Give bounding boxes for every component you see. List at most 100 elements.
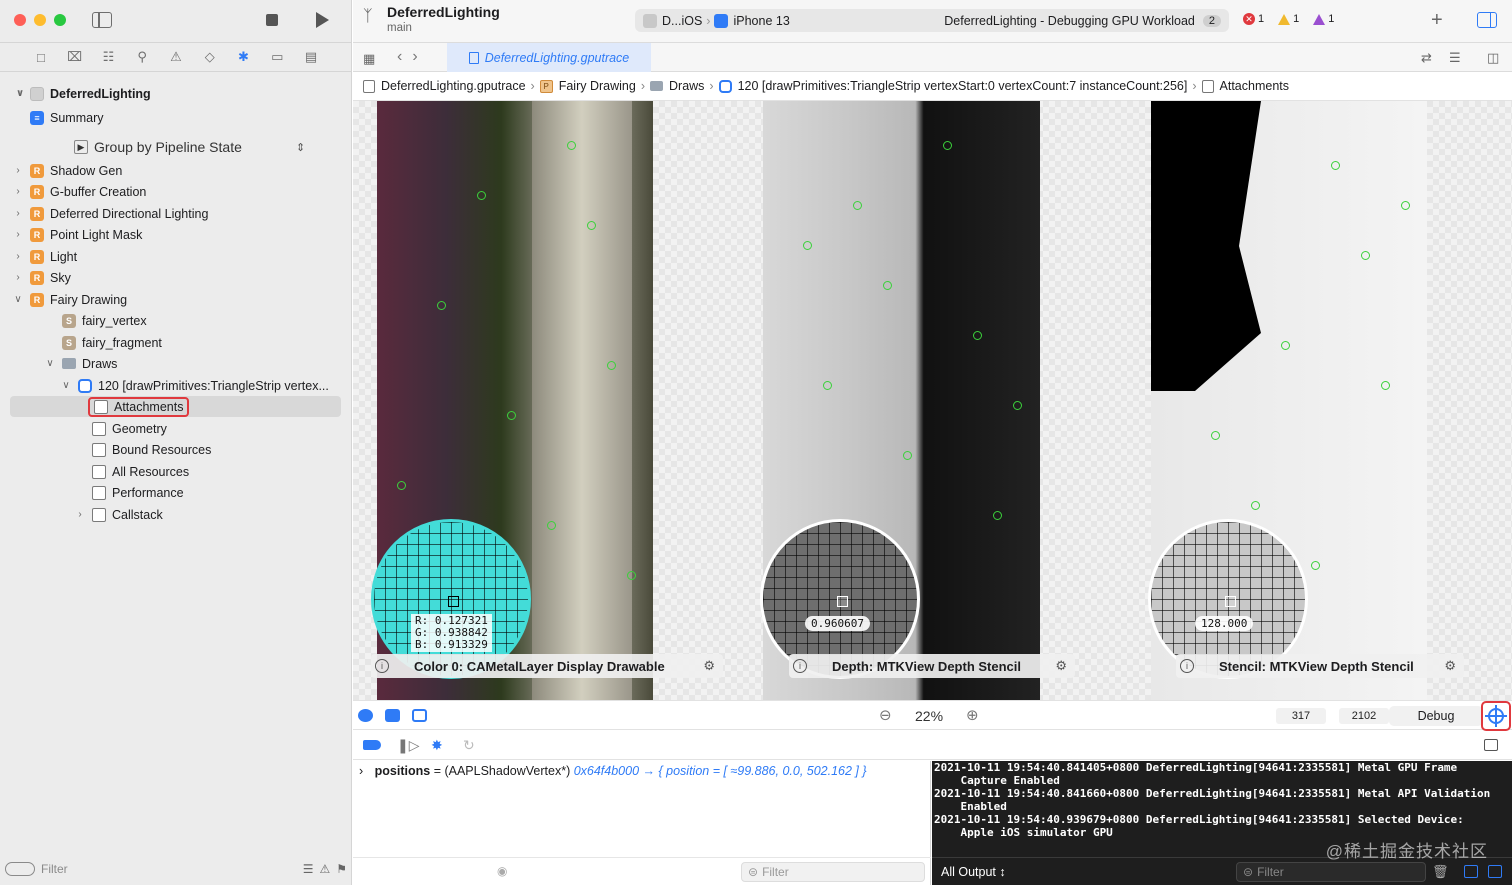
attachments-viewer[interactable]: R: 0.127321 G: 0.938842 B: 0.913329 0.96… (353, 101, 1512, 700)
search-icon[interactable]: ⚲ (134, 49, 150, 64)
variable-row[interactable]: › positions = (AAPLShadowVertex*) 0x64f4… (359, 764, 867, 778)
flag-icon[interactable]: ⚑ (336, 862, 347, 876)
chevron-right-icon[interactable]: › (12, 208, 24, 219)
tree-item-pass[interactable]: › R Point Light Mask (0, 224, 352, 245)
tree-item-shader[interactable]: S fairy_vertex (0, 310, 352, 331)
tree-item-pass[interactable]: › R Shadow Gen (0, 160, 352, 181)
eye-icon[interactable]: ◉ (497, 864, 507, 878)
info-icon[interactable]: i (375, 659, 389, 673)
breakpoint-navigator-icon[interactable]: ▭ (269, 49, 285, 64)
close-window-button[interactable] (14, 14, 26, 26)
show-variables-icon[interactable] (1464, 865, 1478, 878)
tree-item-pass[interactable]: › R Sky (0, 267, 352, 288)
hierarchy-icon[interactable]: ☰ (303, 862, 314, 876)
variables-filter-input[interactable]: ⊜ Filter (741, 862, 925, 882)
toggle-console-icon[interactable] (1484, 739, 1498, 751)
color-channels-icon[interactable] (358, 709, 373, 722)
continue-icon[interactable]: ❚▷ (397, 737, 420, 754)
tree-item-pass[interactable]: › R Deferred Directional Lighting (0, 203, 352, 224)
add-editor-icon[interactable]: ◫ (1487, 50, 1499, 66)
tree-item-callstack[interactable]: › Callstack (0, 504, 352, 525)
gear-icon[interactable]: ⚙ (1055, 658, 1067, 674)
filter-options-icon[interactable] (5, 862, 35, 876)
chevron-right-icon[interactable]: › (12, 251, 24, 262)
chevron-right-icon[interactable]: › (12, 229, 24, 240)
debug-mode-button[interactable]: Debug (1389, 706, 1483, 726)
output-selector[interactable]: All Output ↕ (941, 865, 1006, 879)
jump-bar-current[interactable]: Attachments (1201, 79, 1289, 93)
run-icon[interactable] (316, 12, 329, 28)
tree-item-bound-resources[interactable]: Bound Resources (0, 439, 352, 460)
split-editor-icon[interactable]: ⇄ (1421, 50, 1432, 66)
chevron-down-icon[interactable]: ∨ (14, 88, 26, 99)
tree-item-summary[interactable]: ≡ Summary (0, 107, 352, 128)
trash-icon[interactable]: 🗑 (1432, 864, 1449, 880)
display-icon[interactable] (412, 709, 427, 722)
editor-options-icon[interactable]: ☰ (1449, 50, 1461, 66)
pixel-y-field[interactable]: 2102 (1339, 708, 1389, 724)
reload-icon[interactable]: ↻ (463, 737, 475, 754)
info-icon[interactable]: i (1180, 659, 1194, 673)
show-console-icon[interactable] (1488, 865, 1502, 878)
issue-counts[interactable]: ✕ 1 1 1 (1243, 13, 1334, 25)
issue-navigator-icon[interactable]: ⚠ (168, 49, 184, 64)
tree-item-draw-call[interactable]: ∨ 120 [drawPrimitives:TriangleStrip vert… (0, 375, 352, 396)
error-count[interactable]: ✕ 1 (1243, 13, 1264, 25)
breakpoints-toggle-icon[interactable] (363, 740, 381, 750)
chevron-down-icon[interactable]: ∨ (12, 294, 24, 305)
tab-gputrace[interactable]: DeferredLighting.gputrace (447, 43, 651, 72)
activity-count-badge[interactable]: 2 (1202, 14, 1221, 27)
minimize-window-button[interactable] (34, 14, 46, 26)
tree-item-pass[interactable]: › R Light (0, 246, 352, 267)
console-output[interactable]: 2021-10-11 19:54:40.841405+0800 Deferred… (932, 761, 1512, 839)
source-control-icon[interactable]: ⌧ (67, 49, 83, 64)
tree-item-performance[interactable]: Performance (0, 482, 352, 503)
chevron-right-icon[interactable]: › (12, 272, 24, 283)
gear-icon[interactable]: ⚙ (1444, 658, 1456, 674)
device-selector[interactable]: iPhone 13 (733, 14, 789, 28)
chevron-right-icon[interactable]: › (74, 509, 86, 520)
pixel-x-field[interactable]: 317 (1276, 708, 1326, 724)
forward-icon[interactable]: › (412, 48, 427, 65)
report-navigator-icon[interactable]: ▤ (303, 49, 319, 64)
sidebar-filter-input[interactable]: Filter (41, 862, 68, 876)
info-icon[interactable]: i (793, 659, 807, 673)
scheme-selector[interactable]: D...iOS (662, 14, 702, 28)
gear-icon[interactable]: ⚙ (703, 658, 715, 674)
console-view[interactable]: 2021-10-11 19:54:40.841405+0800 Deferred… (932, 761, 1512, 885)
chevron-right-icon[interactable]: › (12, 165, 24, 176)
folder-icon[interactable]: □ (33, 50, 49, 65)
jump-bar-folder[interactable]: Draws (650, 79, 704, 93)
chevron-right-icon[interactable]: › (12, 186, 24, 197)
zoom-window-button[interactable] (54, 14, 66, 26)
zoom-level[interactable]: 22% (915, 708, 943, 724)
sidebar-toggle-icon[interactable] (92, 12, 112, 28)
chevron-down-icon[interactable]: ∨ (60, 380, 72, 391)
console-filter-input[interactable]: ⊜ Filter (1236, 862, 1426, 882)
inspector-toggle-icon[interactable] (1477, 12, 1497, 28)
tree-item-geometry[interactable]: Geometry (0, 418, 352, 439)
add-icon[interactable]: + (1431, 9, 1443, 32)
runtime-issue-count[interactable]: 1 (1313, 13, 1334, 25)
stop-icon[interactable] (266, 14, 278, 26)
tree-item-attachments[interactable]: Attachments (10, 396, 341, 417)
tree-item-all-resources[interactable]: All Resources (0, 461, 352, 482)
debug-navigator-icon[interactable]: ✱ (235, 49, 251, 64)
symbol-navigator-icon[interactable]: ☷ (100, 49, 116, 64)
warning-count[interactable]: 1 (1278, 13, 1299, 25)
tree-item-pass[interactable]: ∨ R Fairy Drawing (0, 289, 352, 310)
tree-root-item[interactable]: ∨ DeferredLighting (0, 83, 352, 104)
debug-bug-icon[interactable]: ✸ (431, 737, 443, 754)
jump-bar-draw[interactable]: 120 [drawPrimitives:TriangleStrip vertex… (718, 79, 1187, 93)
chevron-down-icon[interactable]: ∨ (44, 358, 56, 369)
back-icon[interactable]: ‹ (397, 48, 412, 65)
zoom-out-icon[interactable]: ⊖ (879, 706, 892, 724)
group-by-selector[interactable]: ▶ Group by Pipeline State ⇕ (74, 139, 305, 155)
test-navigator-icon[interactable]: ◇ (202, 49, 218, 64)
warning-filter-icon[interactable]: ⚠ (319, 862, 330, 876)
tree-item-draws-folder[interactable]: ∨ Draws (0, 353, 352, 374)
film-icon[interactable] (385, 709, 400, 722)
inspect-pixel-button[interactable] (1481, 701, 1511, 731)
chevron-right-icon[interactable]: › (359, 764, 363, 778)
zoom-in-icon[interactable]: ⊕ (966, 706, 979, 724)
